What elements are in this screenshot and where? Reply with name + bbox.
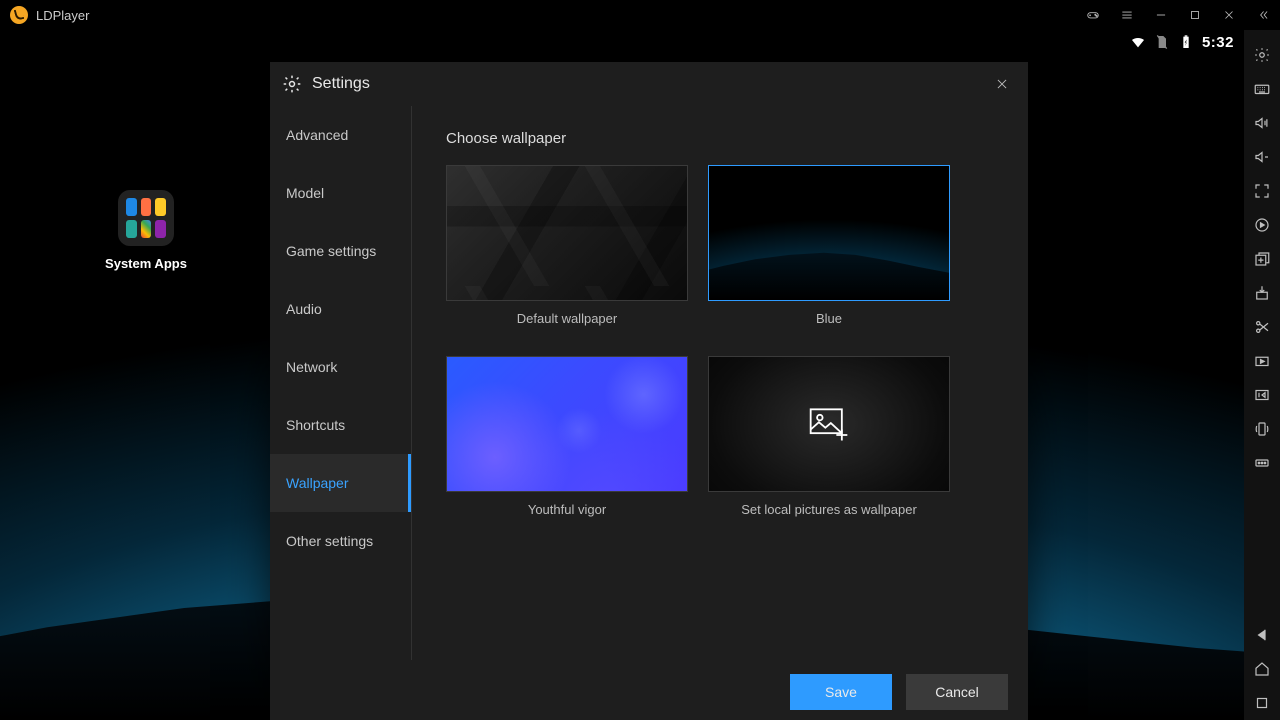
ldplayer-window: LDPlayer 5:32 System Apps Se — [0, 0, 1280, 720]
sync-icon[interactable] — [1244, 208, 1280, 242]
dialog-close-button[interactable] — [988, 70, 1016, 98]
cancel-button[interactable]: Cancel — [906, 674, 1008, 710]
settings-dialog: Settings AdvancedModelGame settingsAudio… — [270, 62, 1028, 720]
system-apps-label: System Apps — [96, 256, 196, 271]
install-apk-icon[interactable] — [1244, 276, 1280, 310]
emulator-desktop: 5:32 System Apps Settings AdvancedModelG… — [0, 30, 1244, 720]
dialog-footer: Save Cancel — [270, 660, 1028, 720]
sidebar-item-shortcuts[interactable]: Shortcuts — [270, 396, 411, 454]
android-status-bar: 5:32 — [1130, 30, 1244, 54]
hamburger-menu-icon[interactable] — [1110, 0, 1144, 30]
save-button[interactable]: Save — [790, 674, 892, 710]
volume-up-icon[interactable] — [1244, 106, 1280, 140]
wallpaper-thumb-blue — [708, 165, 950, 301]
sidebar-item-model[interactable]: Model — [270, 164, 411, 222]
back-button-icon[interactable] — [1244, 618, 1280, 652]
wallpaper-option-default[interactable]: Default wallpaper — [446, 165, 688, 348]
sidebar-item-other-settings[interactable]: Other settings — [270, 512, 411, 570]
gear-icon — [282, 74, 302, 94]
volume-down-icon[interactable] — [1244, 140, 1280, 174]
close-window-button[interactable] — [1212, 0, 1246, 30]
keyboard-mapping-icon[interactable] — [1244, 72, 1280, 106]
recents-button-icon[interactable] — [1244, 686, 1280, 720]
battery-icon — [1178, 34, 1194, 50]
wallpaper-option-vigor[interactable]: Youthful vigor — [446, 356, 688, 539]
dialog-header: Settings — [270, 62, 1028, 106]
sidebar-item-game-settings[interactable]: Game settings — [270, 222, 411, 280]
titlebar: LDPlayer — [0, 0, 1280, 30]
settings-sidebar: AdvancedModelGame settingsAudioNetworkSh… — [270, 106, 412, 660]
side-toolbar — [1244, 30, 1280, 720]
wallpaper-option-local[interactable]: Set local pictures as wallpaper — [708, 356, 950, 539]
scissors-icon[interactable] — [1244, 310, 1280, 344]
sidebar-item-wallpaper[interactable]: Wallpaper — [270, 454, 411, 512]
ldplayer-logo-icon — [10, 6, 28, 24]
sidebar-item-audio[interactable]: Audio — [270, 280, 411, 338]
no-sim-icon — [1154, 34, 1170, 50]
wallpaper-caption: Blue — [708, 301, 950, 348]
wallpaper-thumb-vigor — [446, 356, 688, 492]
content-heading: Choose wallpaper — [446, 130, 1000, 147]
wallpaper-grid: Default wallpaper Blue Youthful vigor Set l… — [446, 165, 1000, 539]
wallpaper-caption: Default wallpaper — [446, 301, 688, 348]
wallpaper-thumb-local — [708, 356, 950, 492]
wifi-icon — [1130, 34, 1146, 50]
wallpaper-option-blue[interactable]: Blue — [708, 165, 950, 348]
app-title: LDPlayer — [36, 8, 89, 23]
collapse-toolbar-button[interactable] — [1246, 0, 1280, 30]
video-record-icon[interactable] — [1244, 344, 1280, 378]
wallpaper-thumb-default — [446, 165, 688, 301]
toolbar-settings-icon[interactable] — [1244, 38, 1280, 72]
more-tools-icon[interactable] — [1244, 446, 1280, 480]
minimize-button[interactable] — [1144, 0, 1178, 30]
sidebar-item-network[interactable]: Network — [270, 338, 411, 396]
fullscreen-icon[interactable] — [1244, 174, 1280, 208]
dialog-title: Settings — [312, 75, 370, 93]
home-button-icon[interactable] — [1244, 652, 1280, 686]
wallpaper-caption: Youthful vigor — [446, 492, 688, 539]
sidebar-item-advanced[interactable]: Advanced — [270, 106, 411, 164]
settings-content: Choose wallpaper Default wallpaper Blue Yo… — [412, 106, 1028, 660]
maximize-button[interactable] — [1178, 0, 1212, 30]
wallpaper-caption: Set local pictures as wallpaper — [708, 492, 950, 539]
shake-icon[interactable] — [1244, 412, 1280, 446]
gamepad-icon[interactable] — [1076, 0, 1110, 30]
operation-record-icon[interactable] — [1244, 378, 1280, 412]
status-time: 5:32 — [1202, 34, 1234, 51]
multi-instance-icon[interactable] — [1244, 242, 1280, 276]
system-apps-folder[interactable]: System Apps — [116, 190, 176, 271]
